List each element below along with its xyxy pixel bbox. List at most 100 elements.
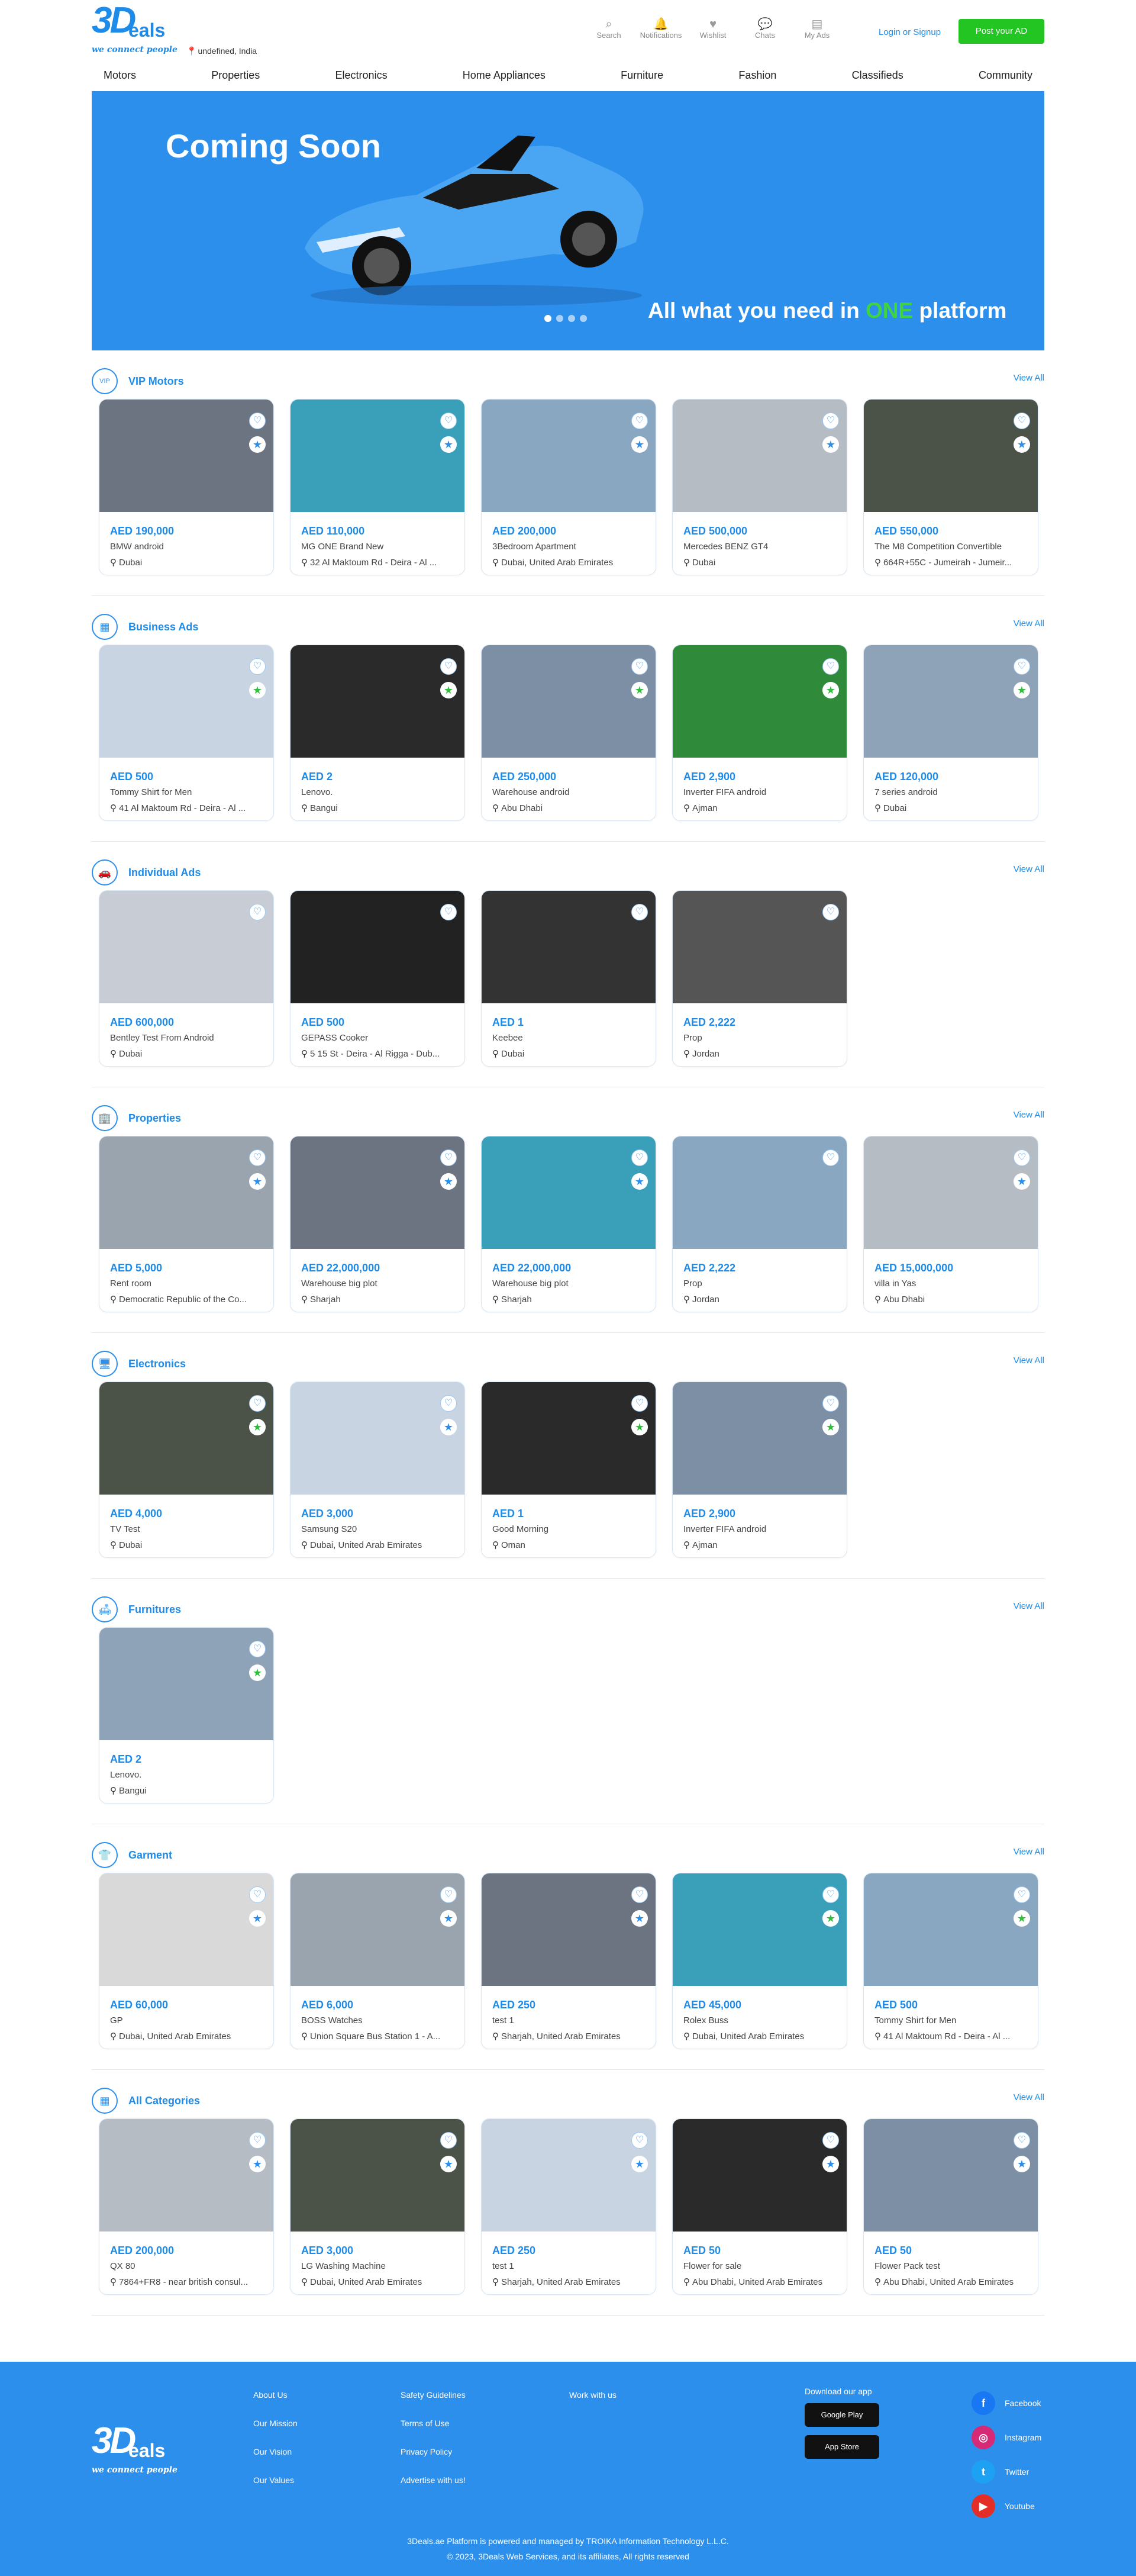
banner-dot[interactable] [556, 315, 563, 322]
favorite-heart-icon[interactable]: ♡ [249, 1641, 266, 1657]
favorite-heart-icon[interactable]: ♡ [249, 904, 266, 920]
section-title[interactable]: Individual Ads [128, 867, 201, 879]
favorite-heart-icon[interactable]: ♡ [822, 1395, 839, 1412]
app-store-button[interactable]: App Store [805, 2435, 879, 2459]
listing-image[interactable]: ♡ ★ [99, 400, 273, 512]
favorite-heart-icon[interactable]: ♡ [631, 413, 648, 429]
post-ad-button[interactable]: Post your AD [958, 19, 1044, 44]
listing-card[interactable]: ♡ ★ AED 110,000 MG ONE Brand New ⚲ 32 Al Makt… [290, 399, 465, 575]
listing-card[interactable]: ♡ ★ AED 500 Tommy Shirt for Men ⚲ 41 Al Makto… [863, 1873, 1038, 2049]
favorite-heart-icon[interactable]: ♡ [631, 1395, 648, 1412]
listing-card[interactable]: ♡ ★ AED 22,000,000 Warehouse big plot ⚲ Sharj… [290, 1136, 465, 1312]
header-search-button[interactable]: ⌕ Search [583, 18, 635, 40]
footer-link[interactable]: About Us [253, 2390, 298, 2419]
listing-image[interactable]: ♡ [99, 891, 273, 1003]
favorite-heart-icon[interactable]: ♡ [1014, 1886, 1030, 1903]
favorite-heart-icon[interactable]: ♡ [822, 1886, 839, 1903]
listing-image[interactable]: ♡ ★ [864, 645, 1038, 758]
header-bell-button[interactable]: 🔔 Notifications [635, 18, 687, 40]
favorite-heart-icon[interactable]: ♡ [631, 2132, 648, 2149]
section-title[interactable]: Electronics [128, 1358, 186, 1370]
listing-card[interactable]: ♡ ★ AED 200,000 3Bedroom Apartment ⚲ Dubai, U… [481, 399, 656, 575]
banner-dot[interactable] [580, 315, 587, 322]
listing-card[interactable]: ♡ ★ AED 3,000 Samsung S20 ⚲ Dubai, United Ara… [290, 1382, 465, 1558]
facebook-link[interactable]: f Facebook [972, 2391, 1041, 2415]
favorite-heart-icon[interactable]: ♡ [440, 1149, 457, 1166]
favorite-heart-icon[interactable]: ♡ [440, 2132, 457, 2149]
footer-link[interactable]: Advertise with us! [401, 2475, 466, 2504]
listing-card[interactable]: ♡ ★ AED 6,000 BOSS Watches ⚲ Union Square Bus… [290, 1873, 465, 2049]
listing-image[interactable]: ♡ ★ [291, 1136, 464, 1249]
listing-card[interactable]: ♡ ★ AED 1 Good Morning ⚲ Oman [481, 1382, 656, 1558]
favorite-heart-icon[interactable]: ♡ [1014, 413, 1030, 429]
footer-link[interactable]: Safety Guidelines [401, 2390, 466, 2419]
listing-card[interactable]: ♡ ★ AED 50 Flower Pack test ⚲ Abu Dhabi, Unit… [863, 2118, 1038, 2295]
listing-image[interactable]: ♡ ★ [99, 1873, 273, 1986]
favorite-heart-icon[interactable]: ♡ [631, 1149, 648, 1166]
listing-image[interactable]: ♡ ★ [864, 1873, 1038, 1986]
view-all-link[interactable]: View All [1014, 1110, 1044, 1120]
listing-card[interactable]: ♡ ★ AED 190,000 BMW android ⚲ Dubai [99, 399, 274, 575]
listing-card[interactable]: ♡ AED 500 GEPASS Cooker ⚲ 5 15 St - Deira - … [290, 890, 465, 1067]
listing-image[interactable]: ♡ ★ [482, 400, 656, 512]
section-title[interactable]: VIP Motors [128, 375, 184, 388]
footer-logo[interactable]: 3D eals we connect people [92, 2420, 180, 2483]
listing-card[interactable]: ♡ ★ AED 250 test 1 ⚲ Sharjah, United Arab Emi… [481, 1873, 656, 2049]
header-chat-button[interactable]: 💬 Chats [739, 18, 791, 40]
favorite-heart-icon[interactable]: ♡ [249, 1395, 266, 1412]
listing-card[interactable]: ♡ AED 1 Keebee ⚲ Dubai [481, 890, 656, 1067]
listing-image[interactable]: ♡ ★ [99, 645, 273, 758]
favorite-heart-icon[interactable]: ♡ [631, 904, 648, 920]
listing-card[interactable]: ♡ ★ AED 250,000 Warehouse android ⚲ Abu Dhabi [481, 645, 656, 821]
favorite-heart-icon[interactable]: ♡ [822, 658, 839, 675]
listing-image[interactable]: ♡ [673, 1136, 847, 1249]
favorite-heart-icon[interactable]: ♡ [440, 658, 457, 675]
listing-card[interactable]: ♡ ★ AED 120,000 7 series android ⚲ Dubai [863, 645, 1038, 821]
view-all-link[interactable]: View All [1014, 1355, 1044, 1366]
header-heart-button[interactable]: ♥ Wishlist [687, 18, 739, 40]
view-all-link[interactable]: View All [1014, 619, 1044, 629]
view-all-link[interactable]: View All [1014, 1601, 1044, 1611]
listing-card[interactable]: ♡ ★ AED 2,900 Inverter FIFA android ⚲ Ajman [672, 645, 847, 821]
listing-image[interactable]: ♡ ★ [864, 400, 1038, 512]
footer-link[interactable]: Our Values [253, 2475, 298, 2504]
favorite-heart-icon[interactable]: ♡ [249, 1149, 266, 1166]
nav-item-electronics[interactable]: Electronics [335, 69, 388, 82]
listing-card[interactable]: ♡ ★ AED 250 test 1 ⚲ Sharjah, United Arab Emi… [481, 2118, 656, 2295]
section-title[interactable]: Furnitures [128, 1603, 181, 1616]
hero-banner[interactable]: Coming Soon All what you need in ONE pla… [92, 91, 1044, 350]
favorite-heart-icon[interactable]: ♡ [440, 1886, 457, 1903]
listing-card[interactable]: ♡ ★ AED 500,000 Mercedes BENZ GT4 ⚲ Dubai [672, 399, 847, 575]
nav-item-classifieds[interactable]: Classifieds [852, 69, 903, 82]
listing-image[interactable]: ♡ ★ [673, 645, 847, 758]
favorite-heart-icon[interactable]: ♡ [249, 413, 266, 429]
listing-image[interactable]: ♡ ★ [99, 2119, 273, 2232]
listing-card[interactable]: ♡ ★ AED 2 Lenovo. ⚲ Bangui [99, 1627, 274, 1804]
listing-card[interactable]: ♡ AED 600,000 Bentley Test From Android ⚲ Du… [99, 890, 274, 1067]
listing-image[interactable]: ♡ ★ [864, 2119, 1038, 2232]
listing-card[interactable]: ♡ ★ AED 2 Lenovo. ⚲ Bangui [290, 645, 465, 821]
listing-image[interactable]: ♡ ★ [482, 1136, 656, 1249]
listing-image[interactable]: ♡ ★ [673, 1382, 847, 1495]
listing-card[interactable]: ♡ ★ AED 550,000 The M8 Competition Converti… [863, 399, 1038, 575]
section-title[interactable]: Business Ads [128, 621, 198, 633]
favorite-heart-icon[interactable]: ♡ [822, 413, 839, 429]
favorite-heart-icon[interactable]: ♡ [822, 2132, 839, 2149]
footer-link[interactable]: Our Vision [253, 2447, 298, 2475]
listing-image[interactable]: ♡ ★ [291, 2119, 464, 2232]
listing-image[interactable]: ♡ ★ [673, 400, 847, 512]
location[interactable]: 📍 undefined, India [186, 46, 257, 56]
section-title[interactable]: Properties [128, 1112, 181, 1125]
listing-image[interactable]: ♡ ★ [291, 400, 464, 512]
listing-image[interactable]: ♡ ★ [291, 645, 464, 758]
listing-image[interactable]: ♡ ★ [864, 1136, 1038, 1249]
favorite-heart-icon[interactable]: ♡ [249, 1886, 266, 1903]
listing-card[interactable]: ♡ AED 2,222 Prop ⚲ Jordan [672, 1136, 847, 1312]
header-document-button[interactable]: ▤ My Ads [791, 18, 843, 40]
listing-card[interactable]: ♡ ★ AED 50 Flower for sale ⚲ Abu Dhabi, Unite… [672, 2118, 847, 2295]
listing-card[interactable]: ♡ ★ AED 2,900 Inverter FIFA android ⚲ Ajman [672, 1382, 847, 1558]
view-all-link[interactable]: View All [1014, 2092, 1044, 2102]
listing-card[interactable]: ♡ ★ AED 60,000 GP ⚲ Dubai, United Arab Emirat… [99, 1873, 274, 2049]
listing-image[interactable]: ♡ ★ [482, 1382, 656, 1495]
favorite-heart-icon[interactable]: ♡ [1014, 2132, 1030, 2149]
